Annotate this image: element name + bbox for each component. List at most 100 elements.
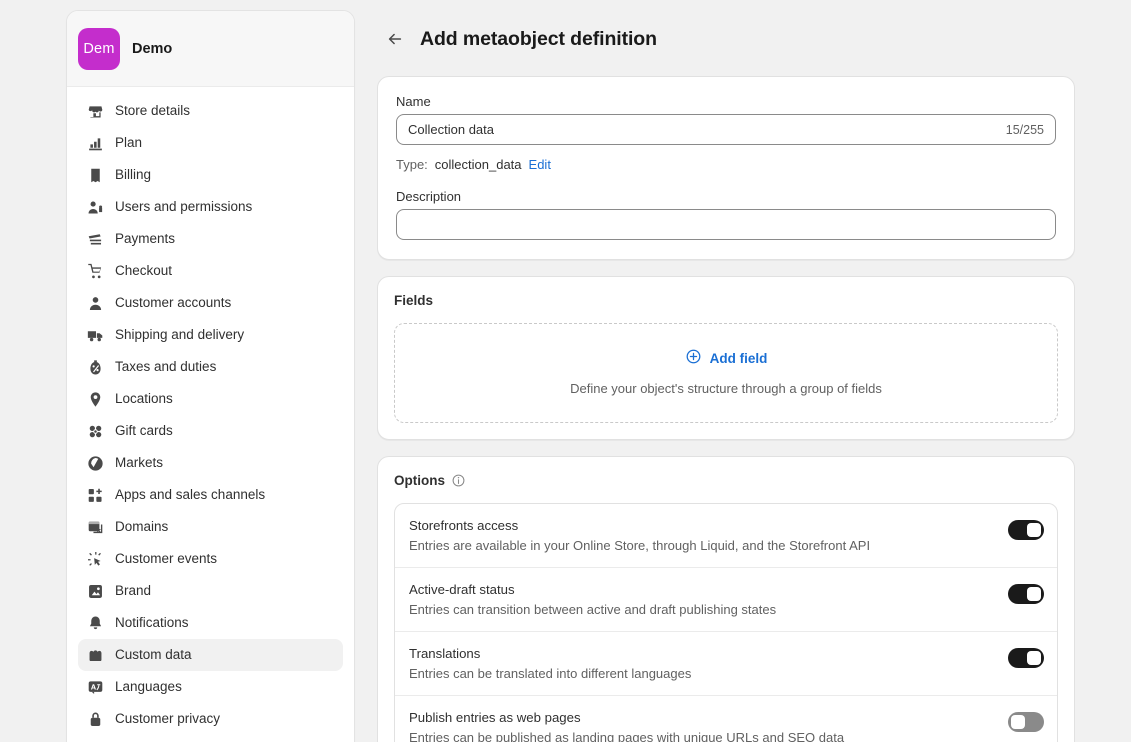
sidebar-item-label: Checkout bbox=[115, 264, 172, 278]
sidebar-item-label: Customer privacy bbox=[115, 712, 220, 726]
sidebar-item-checkout[interactable]: Checkout bbox=[78, 255, 343, 287]
sidebar-item-payments[interactable]: Payments bbox=[78, 223, 343, 255]
option-title: Storefronts access bbox=[409, 518, 996, 533]
sidebar-item-apps-and-sales-channels[interactable]: Apps and sales channels bbox=[78, 479, 343, 511]
payments-icon bbox=[86, 230, 104, 248]
cursor-click-icon bbox=[86, 550, 104, 568]
sidebar-item-label: Customer accounts bbox=[115, 296, 231, 310]
option-text: Storefronts accessEntries are available … bbox=[409, 518, 996, 553]
sidebar-item-gift-cards[interactable]: Gift cards bbox=[78, 415, 343, 447]
custom-data-icon bbox=[86, 646, 104, 664]
plan-icon bbox=[86, 134, 104, 152]
fields-hint: Define your object's structure through a… bbox=[405, 381, 1047, 396]
description-block: Description bbox=[396, 189, 1056, 240]
edit-type-link[interactable]: Edit bbox=[529, 157, 551, 172]
sidebar-item-shipping-and-delivery[interactable]: Shipping and delivery bbox=[78, 319, 343, 351]
sidebar-item-billing[interactable]: Billing bbox=[78, 159, 343, 191]
option-toggle[interactable] bbox=[1008, 584, 1044, 604]
name-character-counter: 15/255 bbox=[1006, 123, 1044, 137]
apps-icon bbox=[86, 486, 104, 504]
person-icon bbox=[86, 294, 104, 312]
sidebar-item-label: Languages bbox=[115, 680, 182, 694]
sidebar-item-customer-privacy[interactable]: Customer privacy bbox=[78, 703, 343, 735]
gift-card-icon bbox=[86, 422, 104, 440]
store-name: Demo bbox=[132, 41, 172, 57]
bell-icon bbox=[86, 614, 104, 632]
sidebar-item-plan[interactable]: Plan bbox=[78, 127, 343, 159]
option-text: Publish entries as web pagesEntries can … bbox=[409, 710, 996, 742]
lock-icon bbox=[86, 710, 104, 728]
sidebar-item-markets[interactable]: Markets bbox=[78, 447, 343, 479]
sidebar-item-customer-events[interactable]: Customer events bbox=[78, 543, 343, 575]
avatar: Dem bbox=[78, 28, 120, 70]
page-title: Add metaobject definition bbox=[420, 28, 657, 51]
avatar-initials: Dem bbox=[83, 41, 114, 57]
sidebar-item-notifications[interactable]: Notifications bbox=[78, 607, 343, 639]
fields-card: Fields Add field Define your object's st… bbox=[377, 276, 1075, 440]
sidebar-item-users-and-permissions[interactable]: Users and permissions bbox=[78, 191, 343, 223]
sidebar-item-label: Custom data bbox=[115, 648, 192, 662]
options-list: Storefronts accessEntries are available … bbox=[394, 503, 1058, 742]
brand-image-icon bbox=[86, 582, 104, 600]
sidebar-item-label: Billing bbox=[115, 168, 151, 182]
option-title: Active-draft status bbox=[409, 582, 996, 597]
info-icon[interactable] bbox=[451, 473, 466, 488]
sidebar-store-header[interactable]: Dem Demo bbox=[67, 11, 354, 87]
sidebar-item-label: Brand bbox=[115, 584, 151, 598]
billing-icon bbox=[86, 166, 104, 184]
name-input[interactable]: Collection data 15/255 bbox=[396, 114, 1056, 145]
sidebar-item-label: Payments bbox=[115, 232, 175, 246]
back-arrow-icon[interactable] bbox=[384, 28, 406, 50]
sidebar-item-store-details[interactable]: Store details bbox=[78, 95, 343, 127]
option-toggle[interactable] bbox=[1008, 520, 1044, 540]
option-toggle[interactable] bbox=[1008, 648, 1044, 668]
sidebar-item-languages[interactable]: Languages bbox=[78, 671, 343, 703]
sidebar-item-label: Markets bbox=[115, 456, 163, 470]
type-value: collection_data bbox=[435, 157, 522, 172]
sidebar-item-policies[interactable]: Policies bbox=[78, 735, 343, 742]
sidebar-item-label: Locations bbox=[115, 392, 173, 406]
domains-icon bbox=[86, 518, 104, 536]
globe-icon bbox=[86, 454, 104, 472]
add-field-button[interactable]: Add field bbox=[685, 348, 768, 368]
toggle-knob bbox=[1027, 587, 1041, 601]
sidebar-item-taxes-and-duties[interactable]: Taxes and duties bbox=[78, 351, 343, 383]
sidebar-item-domains[interactable]: Domains bbox=[78, 511, 343, 543]
sidebar-item-brand[interactable]: Brand bbox=[78, 575, 343, 607]
app-root: Dem Demo Store details Plan Billing Users a… bbox=[0, 0, 1131, 742]
options-title-row: Options bbox=[394, 473, 1058, 488]
sidebar-item-custom-data[interactable]: Custom data bbox=[78, 639, 343, 671]
settings-sidebar: Dem Demo Store details Plan Billing Users a… bbox=[66, 10, 355, 742]
name-label: Name bbox=[396, 94, 1056, 109]
sidebar-item-label: Customer events bbox=[115, 552, 217, 566]
option-title: Publish entries as web pages bbox=[409, 710, 996, 725]
name-input-value: Collection data bbox=[408, 122, 494, 137]
description-input[interactable] bbox=[396, 209, 1056, 240]
sidebar-item-label: Taxes and duties bbox=[115, 360, 216, 374]
sidebar-item-label: Shipping and delivery bbox=[115, 328, 244, 342]
type-label: Type: bbox=[396, 157, 428, 172]
toggle-knob bbox=[1027, 523, 1041, 537]
description-label: Description bbox=[396, 189, 1056, 204]
sidebar-item-locations[interactable]: Locations bbox=[78, 383, 343, 415]
truck-icon bbox=[86, 326, 104, 344]
users-icon bbox=[86, 198, 104, 216]
sidebar-item-label: Plan bbox=[115, 136, 142, 150]
sidebar-item-label: Domains bbox=[115, 520, 168, 534]
definition-details-card: Name Collection data 15/255 Type: collec… bbox=[377, 76, 1075, 260]
toggle-knob bbox=[1011, 715, 1025, 729]
option-row: Publish entries as web pagesEntries can … bbox=[395, 695, 1057, 742]
sidebar-item-customer-accounts[interactable]: Customer accounts bbox=[78, 287, 343, 319]
sidebar-item-label: Apps and sales channels bbox=[115, 488, 265, 502]
fields-title: Fields bbox=[394, 293, 1058, 308]
fields-empty-state: Add field Define your object's structure… bbox=[394, 323, 1058, 423]
option-text: Translations Entries can be translated in… bbox=[409, 646, 996, 681]
sidebar-nav: Store details Plan Billing Users and permis… bbox=[67, 87, 354, 742]
languages-icon bbox=[86, 678, 104, 696]
cart-icon bbox=[86, 262, 104, 280]
option-title: Translations bbox=[409, 646, 996, 661]
sidebar-item-label: Store details bbox=[115, 104, 190, 118]
add-field-label: Add field bbox=[710, 351, 768, 366]
option-toggle[interactable] bbox=[1008, 712, 1044, 732]
option-description: Entries can be translated into different… bbox=[409, 666, 996, 681]
